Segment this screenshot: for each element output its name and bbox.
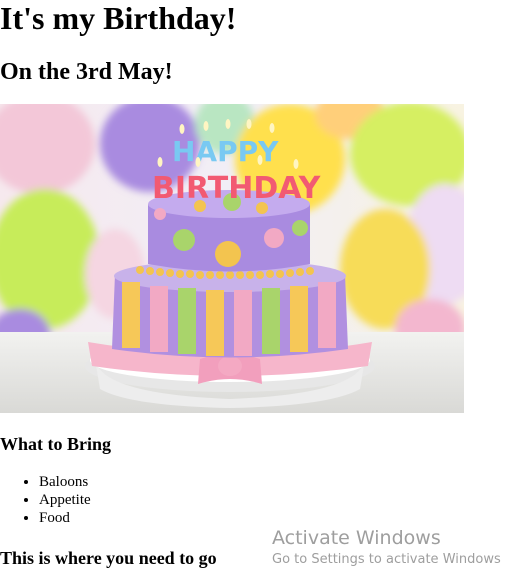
- page-title: It's my Birthday!: [0, 0, 237, 36]
- list-item: Food: [39, 509, 91, 527]
- birthday-cake-image: HAPPY BIRTHDAY: [0, 104, 464, 413]
- list-item: Baloons: [39, 473, 91, 491]
- page-subtitle: On the 3rd May!: [0, 59, 173, 85]
- location-heading: This is where you need to go: [0, 548, 217, 568]
- list-item: Appetite: [39, 491, 91, 509]
- activate-windows-watermark: Activate Windows Go to Settings to activ…: [272, 527, 501, 569]
- cake-topper-birthday: BIRTHDAY: [152, 171, 322, 206]
- cake-topper-happy: HAPPY: [172, 135, 279, 168]
- bring-list: Baloons Appetite Food: [0, 473, 91, 527]
- watermark-subtitle: Go to Settings to activate Windows: [272, 552, 501, 567]
- watermark-title: Activate Windows: [272, 527, 441, 549]
- what-to-bring-heading: What to Bring: [0, 434, 112, 454]
